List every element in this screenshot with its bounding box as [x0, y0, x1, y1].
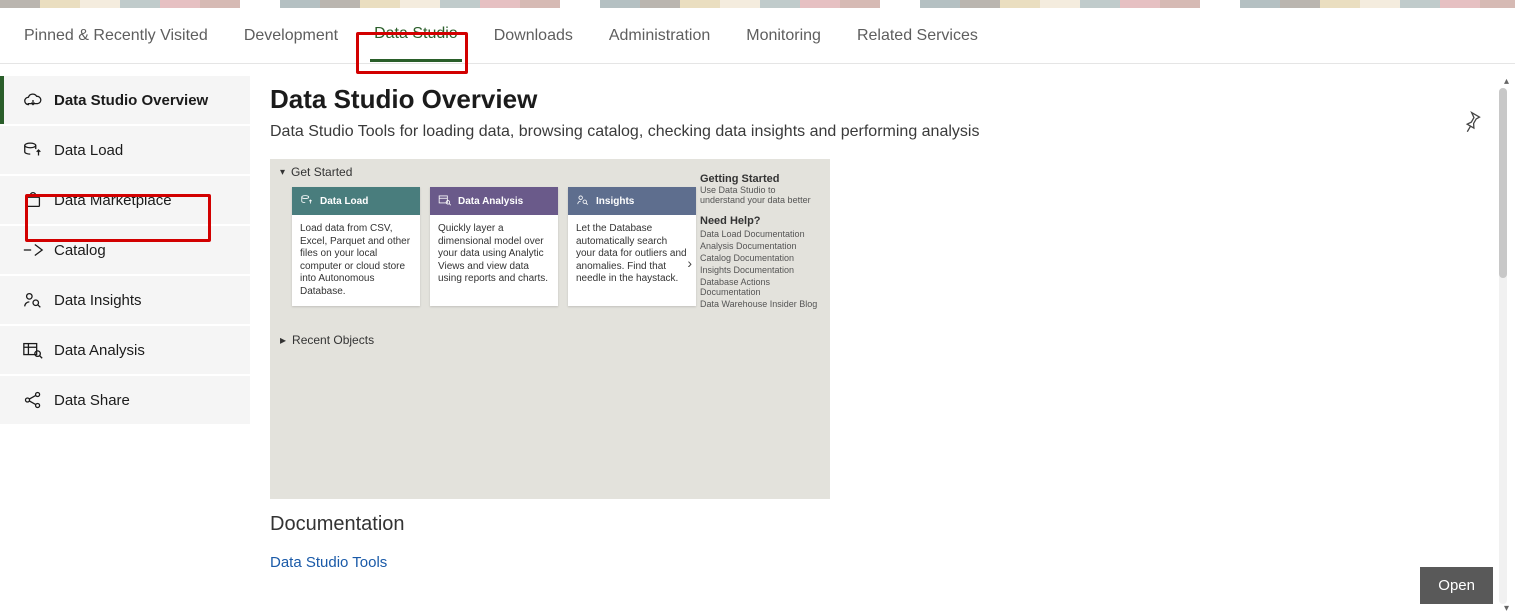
card-title: Insights [596, 196, 634, 207]
scroll-up-arrow-icon[interactable]: ▴ [1504, 76, 1509, 87]
top-nav: Pinned & Recently Visited Development Da… [0, 8, 1515, 64]
sidebar-item-data-marketplace[interactable]: Data Marketplace [0, 176, 250, 224]
nav-data-studio[interactable]: Data Studio [370, 9, 462, 62]
nav-downloads[interactable]: Downloads [490, 11, 577, 61]
nav-pinned[interactable]: Pinned & Recently Visited [20, 11, 212, 61]
card-title: Data Load [320, 196, 368, 207]
decorative-top-stripe [0, 0, 1515, 8]
need-help-heading: Need Help? [700, 215, 820, 227]
card-body: Load data from CSV, Excel, Parquet and o… [292, 215, 420, 306]
catalog-icon [22, 240, 44, 260]
sidebar-item-label: Catalog [54, 242, 106, 259]
sidebar-item-label: Data Load [54, 142, 123, 159]
scrollbar-thumb[interactable] [1499, 88, 1507, 278]
bag-icon [22, 190, 44, 210]
database-upload-icon [22, 140, 44, 160]
main-content: Data Studio Overview Data Studio Tools f… [250, 64, 1515, 616]
getting-started-sub: Use Data Studio to understand your data … [700, 185, 820, 205]
overview-preview-panel: ▾ Get Started Data Load Load data from C… [270, 159, 830, 499]
preview-right-panel: Getting Started Use Data Studio to under… [700, 171, 820, 311]
scroll-down-arrow-icon[interactable]: ▾ [1504, 603, 1509, 614]
sidebar-item-label: Data Marketplace [54, 192, 172, 209]
card-body: Quickly layer a dimensional model over y… [430, 215, 558, 305]
share-icon [22, 390, 44, 410]
sidebar-item-label: Data Analysis [54, 342, 145, 359]
table-search-icon [22, 340, 44, 360]
pin-button[interactable] [1461, 110, 1485, 134]
help-link[interactable]: Database Actions Documentation [700, 277, 820, 297]
sidebar-item-data-insights[interactable]: Data Insights [0, 276, 250, 324]
help-link[interactable]: Analysis Documentation [700, 241, 820, 251]
get-started-label: Get Started [291, 165, 352, 179]
database-upload-icon [300, 194, 314, 209]
doc-link-data-studio-tools[interactable]: Data Studio Tools [270, 554, 1487, 571]
card-insights[interactable]: Insights Let the Database automatically … [568, 187, 696, 306]
card-data-analysis[interactable]: Data Analysis Quickly layer a dimensiona… [430, 187, 558, 306]
get-started-header[interactable]: ▾ Get Started [280, 165, 352, 179]
help-link[interactable]: Data Warehouse Insider Blog [700, 299, 820, 309]
person-search-icon [22, 290, 44, 310]
card-title: Data Analysis [458, 196, 523, 207]
sidebar: Data Studio Overview Data Load Data Mark… [0, 64, 250, 616]
expand-icon: ▸ [280, 333, 286, 347]
sidebar-item-data-load[interactable]: Data Load [0, 126, 250, 174]
help-link[interactable]: Catalog Documentation [700, 253, 820, 263]
sidebar-item-overview[interactable]: Data Studio Overview [0, 76, 250, 124]
sidebar-item-label: Data Share [54, 392, 130, 409]
sidebar-item-data-analysis[interactable]: Data Analysis [0, 326, 250, 374]
collapse-icon: ▾ [280, 167, 285, 178]
card-data-load[interactable]: Data Load Load data from CSV, Excel, Par… [292, 187, 420, 306]
documentation-heading: Documentation [270, 513, 1487, 536]
nav-monitoring[interactable]: Monitoring [742, 11, 825, 61]
cloud-icon [22, 90, 44, 110]
sidebar-item-label: Data Insights [54, 292, 142, 309]
sidebar-item-catalog[interactable]: Catalog [0, 226, 250, 274]
sidebar-item-label: Data Studio Overview [54, 92, 208, 109]
page-title: Data Studio Overview [270, 84, 1487, 115]
recent-objects-label: Recent Objects [292, 333, 374, 347]
recent-objects-header[interactable]: ▸ Recent Objects [280, 333, 374, 347]
nav-development[interactable]: Development [240, 11, 342, 61]
nav-administration[interactable]: Administration [605, 11, 714, 61]
chevron-right-icon[interactable]: › [687, 255, 692, 271]
person-search-icon [576, 194, 590, 209]
help-link[interactable]: Data Load Documentation [700, 229, 820, 239]
scrollbar[interactable] [1499, 88, 1507, 604]
open-button[interactable]: Open [1420, 567, 1493, 604]
page-subtitle: Data Studio Tools for loading data, brow… [270, 123, 1487, 141]
table-search-icon [438, 194, 452, 209]
help-link[interactable]: Insights Documentation [700, 265, 820, 275]
sidebar-item-data-share[interactable]: Data Share [0, 376, 250, 424]
nav-related-services[interactable]: Related Services [853, 11, 982, 61]
getting-started-heading: Getting Started [700, 173, 820, 185]
card-body: Let the Database automatically search yo… [568, 215, 696, 305]
